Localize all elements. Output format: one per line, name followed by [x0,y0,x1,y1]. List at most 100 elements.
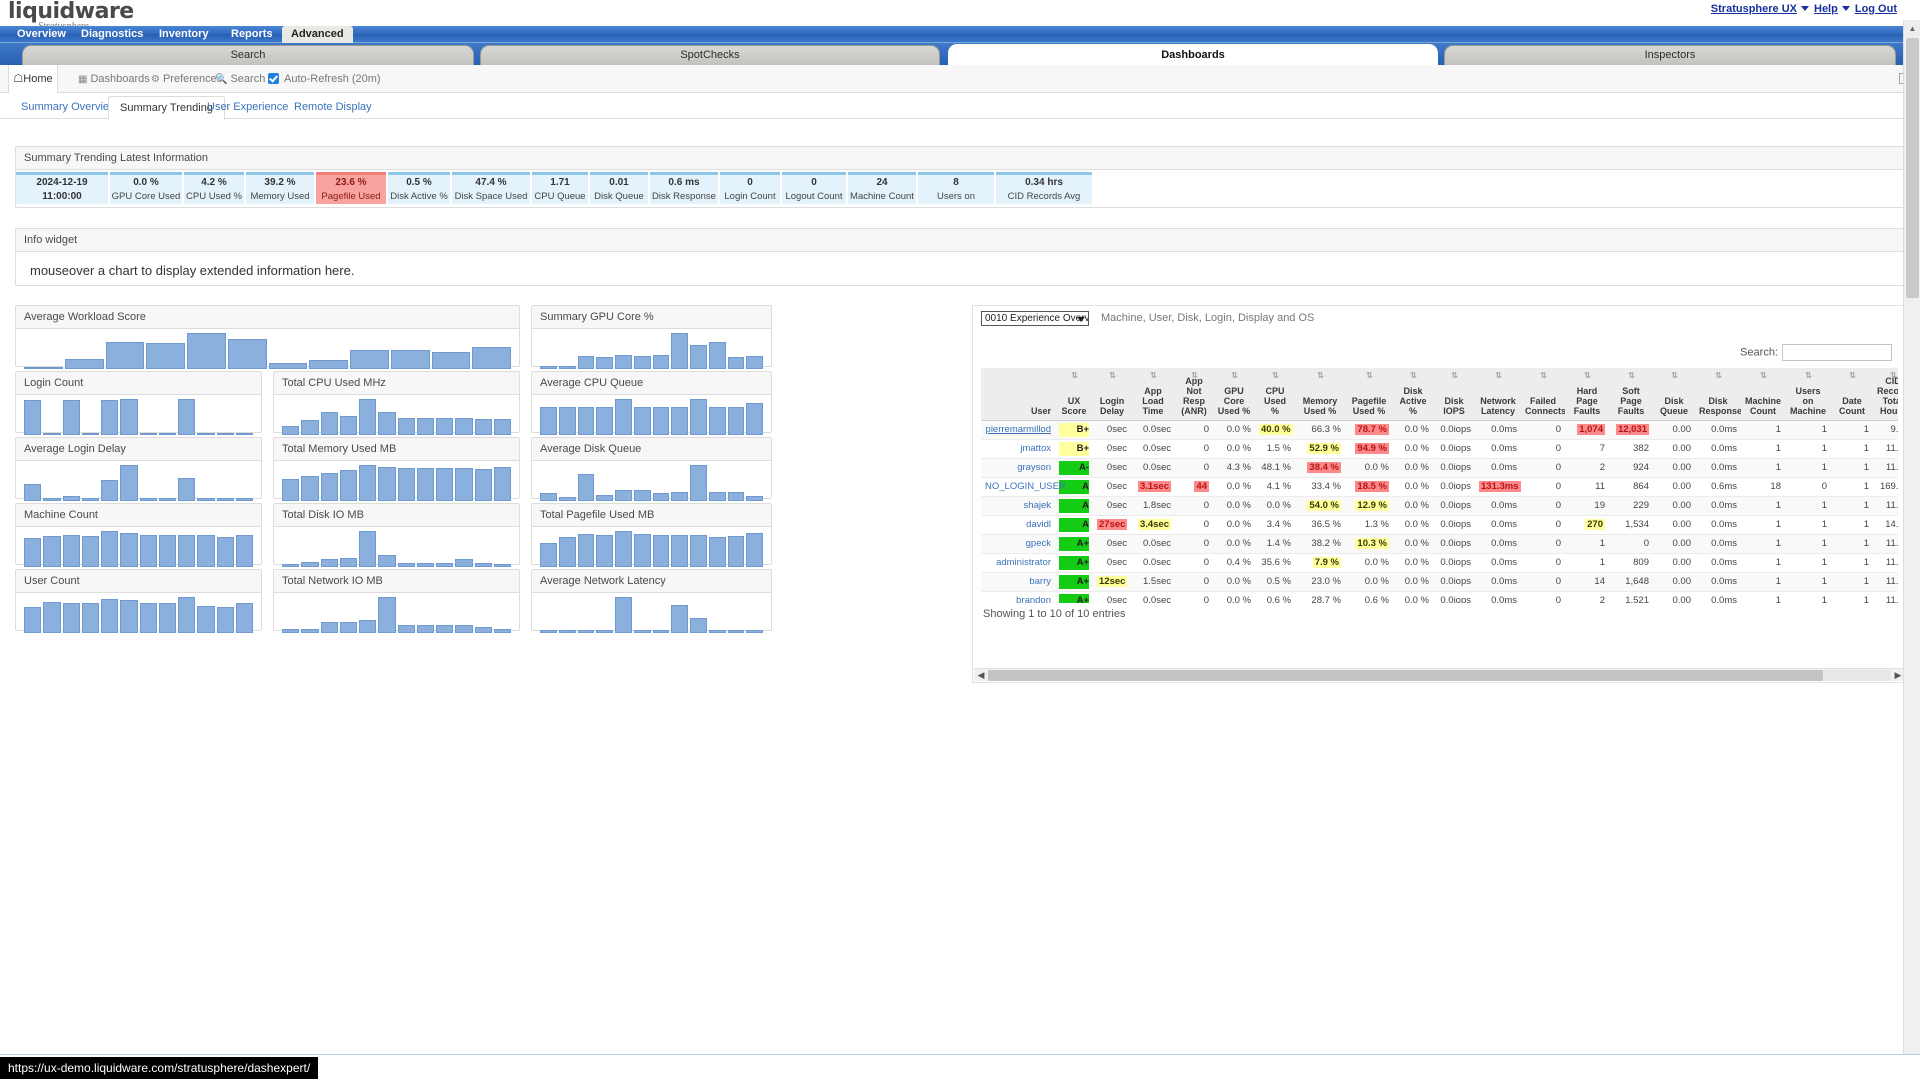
chart-panel-total-network-io-mb[interactable]: Total Network IO MB [273,569,520,633]
chart-bar[interactable] [197,433,215,435]
page-scrollbar[interactable]: ▲ [1903,20,1920,1054]
help-link[interactable]: Help [1814,3,1838,15]
chart-bar[interactable] [62,603,80,633]
chart-bar[interactable] [671,492,688,501]
chart-bar[interactable] [350,350,389,369]
chart-bar[interactable] [120,600,138,633]
chart-bar[interactable] [671,605,688,633]
chart-bar[interactable] [708,537,726,567]
chart-bar[interactable] [178,478,196,501]
chart-bar[interactable] [178,399,196,435]
column-header-gpu-core-used[interactable]: ⇅ GPU Core Used % [1213,368,1255,421]
chart-bar[interactable] [436,418,454,435]
chart-bar[interactable] [235,535,253,567]
chart-bar[interactable] [268,363,308,369]
chart-bar[interactable] [62,400,80,435]
column-header-memory-used[interactable]: ⇅ Memory Used % [1295,368,1345,421]
table-row[interactable]: grayson A- 0sec 0.0sec 0 4.3 % 48.1 % 38.4 % 0.0… [981,458,1898,478]
column-header-app-not-resp-anr[interactable]: ⇅ App Not Resp (ANR) [1175,368,1213,421]
chart-bar[interactable] [120,399,138,435]
chart-bar[interactable] [378,467,396,501]
chart-bar[interactable] [81,433,99,435]
chart-bar[interactable] [197,606,215,633]
chart-bar[interactable] [339,622,357,633]
cell-user[interactable]: brandon [981,591,1055,603]
chart-bar[interactable] [120,465,138,501]
chart-bar[interactable] [558,366,576,369]
chart-panel-user-count[interactable]: User Count [15,569,262,633]
chart-panel-total-disk-io-mb[interactable]: Total Disk IO MB [273,503,520,567]
chart-bar[interactable] [671,333,688,369]
chart-bar[interactable] [178,535,196,567]
user-link[interactable]: davidl [1026,519,1051,530]
chart-bar[interactable] [282,479,300,501]
chart-panel-machine-count[interactable]: Machine Count [15,503,262,567]
column-header-app-load-time[interactable]: ⇅ App Load Time [1131,368,1175,421]
chart-bar[interactable] [746,356,763,369]
chart-bar[interactable] [615,490,632,501]
toolbar-auto-refresh[interactable]: Auto-Refresh (20m) [268,65,381,93]
table-row[interactable]: jmattox B+ 0sec 0.0sec 0 0.0 % 1.5 % 52.9 % 94.9… [981,439,1898,459]
chevron-down-icon[interactable] [1801,6,1809,12]
chart-bar[interactable] [436,468,454,501]
chart-bar[interactable] [282,629,300,633]
chart-bar[interactable] [577,630,595,633]
chart-bar[interactable] [431,352,471,369]
table-row[interactable]: gpeck A+ 0sec 0.0sec 0 0.0 % 1.4 % 38.2 % 10.3 %… [981,534,1898,554]
chart-bar[interactable] [359,465,377,501]
toolbar-dashboards[interactable]: ▦ Dashboards [78,65,150,93]
chart-bar[interactable] [105,342,145,369]
chart-bar[interactable] [652,535,670,567]
sort-icon[interactable]: ⇅ [1317,371,1324,381]
chevron-down-icon[interactable] [1841,6,1850,12]
chart-panel-total-pagefile-used-mb[interactable]: Total Pagefile Used MB [531,503,772,567]
column-header-user[interactable]: User [981,368,1055,421]
chart-panel-summary-gpu-core-[interactable]: Summary GPU Core % [531,305,772,369]
chart-bar[interactable] [540,543,557,567]
chart-bar[interactable] [43,602,61,633]
chart-bar[interactable] [62,535,80,567]
chart-bar[interactable] [301,562,319,567]
toolbar-home[interactable]: ☖Home [8,65,58,93]
chart-bar[interactable] [320,473,338,501]
chart-bar[interactable] [309,360,348,369]
chart-bar[interactable] [24,607,42,633]
search-input[interactable] [1782,344,1892,361]
cell-user[interactable]: grayson [981,458,1055,478]
chart-bar[interactable] [577,356,595,369]
chart-bar[interactable] [416,625,434,633]
nav-inventory[interactable]: Inventory [150,26,218,43]
chart-bar[interactable] [101,400,119,435]
table-row[interactable]: pierremarmillod B+ 0sec 0.0sec 0 0.0 % 40.0 % 6… [981,420,1898,440]
chart-bar[interactable] [282,564,300,567]
chart-bar[interactable] [633,490,651,501]
user-link[interactable]: shajek [1024,500,1051,511]
chart-bar[interactable] [397,563,415,567]
chart-bar[interactable] [540,493,557,501]
column-header-cid-records-total-hours[interactable]: ⇅CID Records Total Hours [1873,368,1898,421]
column-header-disk-response[interactable]: ⇅ Disk Response [1695,368,1742,421]
sort-icon[interactable]: ⇅ [1715,371,1722,381]
chart-bar[interactable] [746,496,763,501]
dashboard-select[interactable]: 0010 Experience Overview [981,311,1089,326]
chart-bar[interactable] [197,535,215,567]
table-row[interactable]: barry A+ 12sec 1.5sec 0 0.0 % 0.5 % 23.0 % 0.0 %… [981,572,1898,592]
column-header-disk-iops[interactable]: ⇅ Disk IOPS [1433,368,1475,421]
chart-bar[interactable] [577,474,595,501]
user-link[interactable]: barry [1029,576,1051,587]
table-row[interactable]: administrator A+ 0sec 0.0sec 0 0.4 % 35.6 % 7.9… [981,553,1898,573]
chart-bar[interactable] [320,412,338,435]
chart-bar[interactable] [227,339,267,369]
nav-diagnostics[interactable]: Diagnostics [72,26,152,43]
chart-bar[interactable] [187,333,226,369]
column-header-pagefile-used[interactable]: ⇅ Pagefile Used % [1345,368,1393,421]
chart-bar[interactable] [596,535,613,567]
chart-bar[interactable] [558,407,576,435]
chart-bar[interactable] [43,536,61,567]
chart-bar[interactable] [359,620,377,633]
chart-bar[interactable] [301,420,319,435]
chart-bar[interactable] [24,367,63,369]
chart-bar[interactable] [378,597,396,633]
chart-panel-average-disk-queue[interactable]: Average Disk Queue [531,437,772,501]
chart-bar[interactable] [493,564,511,567]
